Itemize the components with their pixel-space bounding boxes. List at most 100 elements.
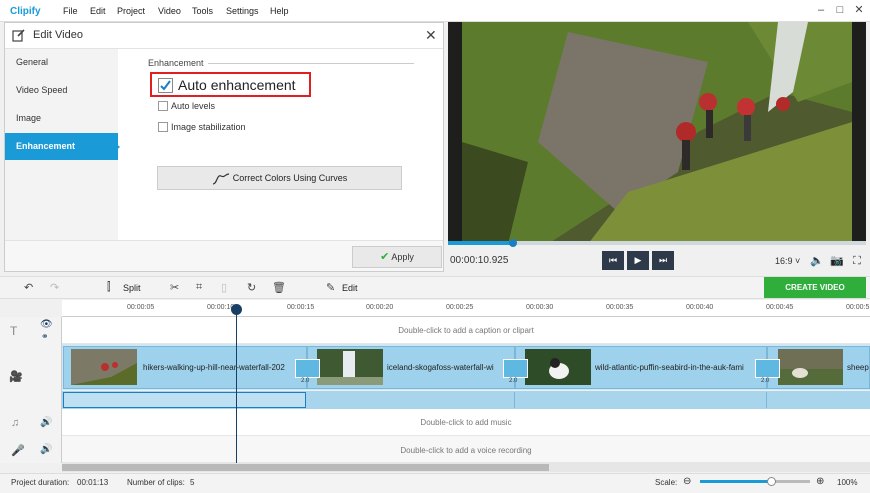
checkmark-icon [160, 80, 171, 91]
playback-progress-fill [448, 241, 513, 245]
active-tab-pointer [114, 142, 120, 152]
create-video-button[interactable]: CREATE VIDEO [764, 277, 866, 298]
clip-name: iceland-skogafoss-waterfall-wi [387, 363, 494, 372]
video-preview [448, 22, 866, 244]
auto-levels-checkbox[interactable] [158, 101, 168, 111]
music-volume-icon[interactable]: 🔊 [40, 417, 52, 428]
curves-button-label: Correct Colors Using Curves [232, 173, 348, 183]
clip-divider [766, 392, 767, 408]
ruler-tick: 00:00:25 [446, 304, 474, 311]
section-divider [208, 63, 414, 64]
transition-marker[interactable] [503, 359, 528, 378]
clip-thumbnail [71, 349, 137, 385]
clip-name: wild-atlantic-puffin-seabird-in-the-auk-… [595, 363, 744, 372]
zoom-out-icon[interactable]: ⊖ [683, 476, 691, 487]
skip-forward-icon[interactable]: ⏭ [652, 251, 674, 270]
transition-duration: 2.0 [509, 378, 518, 384]
clip-name: hikers-walking-up-hill-near-waterfall-20… [143, 363, 285, 372]
ruler-tick: 00:00:20 [366, 304, 394, 311]
link-icon[interactable]: ⚭ [41, 331, 49, 342]
skip-back-icon[interactable]: ⏮ [602, 251, 624, 270]
menu-help[interactable]: Help [270, 6, 289, 16]
menu-file[interactable]: File [63, 6, 78, 16]
split-icon[interactable]: ⫿ [107, 281, 111, 294]
ruler-tick: 00:00:5 [846, 304, 870, 311]
ruler-tick: 00:00:40 [686, 304, 714, 311]
scale-label: Scale: [655, 478, 678, 487]
ruler-tick: 00:00:30 [526, 304, 554, 311]
minimize-icon[interactable]: – [814, 3, 828, 17]
edit-pencil-icon[interactable]: ✎ [326, 281, 335, 294]
aspect-ratio-select[interactable]: 16:9 ˅ [775, 256, 800, 266]
music-hint: Double-click to add music [420, 418, 512, 427]
close-window-icon[interactable]: ✕ [852, 3, 866, 17]
split-label[interactable]: Split [123, 283, 141, 293]
eye-icon[interactable]: 👁 [40, 319, 53, 330]
zoom-slider-rest [770, 480, 810, 483]
checkmark-icon: ✔ [380, 251, 390, 263]
ruler-tick: 00:00:15 [287, 304, 315, 311]
auto-enhancement-checkbox[interactable] [158, 78, 173, 93]
edit-icon [12, 29, 25, 42]
fullscreen-icon[interactable]: ⛶ [850, 254, 864, 268]
trash-icon[interactable]: 🗑 [272, 281, 286, 294]
playback-handle[interactable] [509, 239, 517, 247]
scrollbar-thumb[interactable] [62, 464, 549, 471]
transition-duration: 2.0 [301, 378, 310, 384]
edit-panel-header: Edit Video ✕ [5, 23, 443, 49]
zoom-in-icon[interactable]: ⊕ [816, 476, 824, 487]
edit-label[interactable]: Edit [342, 283, 358, 293]
menu-edit[interactable]: Edit [90, 6, 106, 16]
apply-button[interactable]: ✔ Apply [352, 246, 442, 268]
image-stabilization-checkbox[interactable] [158, 122, 168, 132]
volume-mute-icon[interactable]: 🔈 [810, 254, 824, 268]
auto-levels-label: Auto levels [171, 101, 216, 111]
text-track-icon[interactable]: T [10, 324, 17, 338]
rectangle-icon[interactable]: ▯ [221, 281, 227, 294]
ruler-tick: 00:00:35 [606, 304, 634, 311]
video-track-icon: 🎥 [9, 371, 23, 383]
sidebar-item-general[interactable]: General [5, 49, 118, 76]
sidebar-item-enhancement[interactable]: Enhancement [5, 133, 118, 160]
crop-icon[interactable]: ⌗ [196, 281, 202, 294]
scissors-icon[interactable]: ✂ [170, 281, 179, 294]
play-icon[interactable]: ▶ [627, 251, 649, 270]
menu-video[interactable]: Video [158, 6, 181, 16]
preview-frame [448, 22, 866, 244]
rotate-icon[interactable]: ↻ [247, 281, 256, 294]
curve-icon [212, 173, 229, 185]
voice-hint: Double-click to add a voice recording [400, 446, 532, 455]
transition-marker[interactable] [295, 359, 320, 378]
selected-clip-range[interactable] [63, 392, 306, 408]
clips-count-label: Number of clips: [127, 478, 185, 487]
curves-button[interactable]: Correct Colors Using Curves [157, 166, 402, 190]
zoom-slider-handle[interactable] [767, 477, 776, 486]
undo-icon[interactable]: ↶ [24, 281, 33, 294]
clip-divider [514, 392, 515, 408]
edit-panel-title: Edit Video [33, 29, 83, 41]
track-headers [0, 317, 62, 463]
snapshot-icon[interactable]: 📷 [830, 254, 844, 268]
zoom-value: 100% [837, 478, 858, 487]
clip-thumbnail [778, 349, 843, 385]
microphone-icon: 🎤 [11, 445, 25, 457]
clip-thumbnail [317, 349, 383, 385]
sidebar-item-video-speed[interactable]: Video Speed [5, 77, 118, 104]
menu-project[interactable]: Project [117, 6, 145, 16]
transition-marker[interactable] [755, 359, 780, 378]
menu-tools[interactable]: Tools [192, 6, 213, 16]
duration-value: 00:01:13 [77, 478, 109, 487]
transition-duration: 2.0 [761, 378, 770, 384]
close-panel-icon[interactable]: ✕ [425, 27, 437, 44]
timecode: 00:00:10.925 [450, 255, 509, 266]
playhead-handle[interactable] [231, 304, 242, 315]
maximize-icon[interactable]: □ [833, 3, 847, 17]
menu-settings[interactable]: Settings [226, 6, 259, 16]
clip-thumbnail [525, 349, 591, 385]
auto-enhancement-label: Auto enhancement [178, 77, 296, 93]
voice-volume-icon[interactable]: 🔊 [40, 444, 52, 455]
redo-icon[interactable]: ↷ [50, 281, 59, 294]
sidebar-item-image[interactable]: Image [5, 105, 118, 132]
section-label: Enhancement [148, 58, 204, 68]
clip-name: sheep [847, 363, 869, 372]
